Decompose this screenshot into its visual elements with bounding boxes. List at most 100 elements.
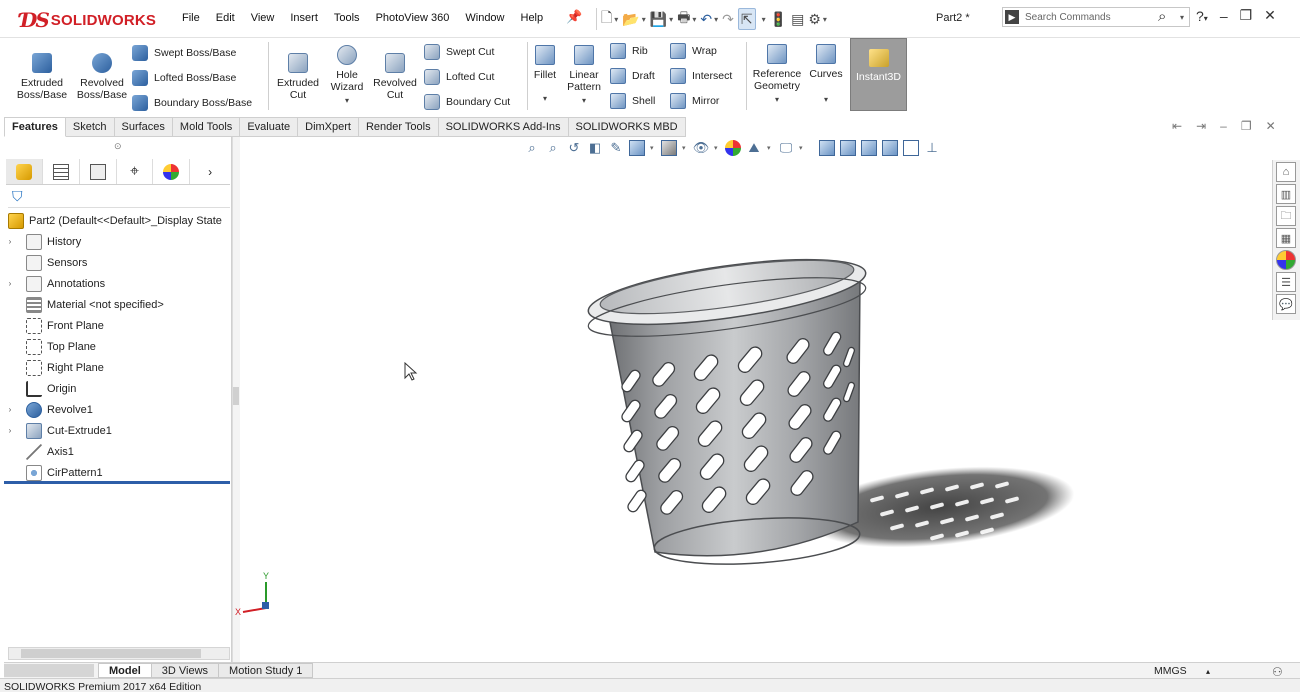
apply-scene-icon[interactable]: ⛰ (746, 140, 762, 156)
view-settings-dropdown[interactable]: ▾ (799, 144, 805, 152)
fillet-dropdown[interactable]: ▾ (543, 93, 547, 105)
custom-properties-icon[interactable]: ☰ (1276, 272, 1296, 292)
tab-motion-study[interactable]: Motion Study 1 (218, 663, 314, 678)
tab-dimxpert[interactable]: DimXpert (298, 117, 359, 137)
view-orientation-dropdown[interactable]: ▾ (650, 144, 656, 152)
swept-cut-button[interactable]: Swept Cut (424, 43, 510, 61)
shell-button[interactable]: Shell (610, 92, 655, 110)
rib-button[interactable]: Rib (610, 42, 655, 60)
tree-item-material[interactable]: Material <not specified> (4, 294, 232, 315)
help-icon[interactable]: ?▾ (1196, 8, 1208, 24)
menu-insert[interactable]: Insert (282, 12, 326, 24)
boundary-cut-button[interactable]: Boundary Cut (424, 93, 510, 111)
print-button[interactable]: 🖶 ▾ (677, 8, 696, 30)
lofted-boss-button[interactable]: Lofted Boss/Base (132, 69, 252, 87)
pin-icon[interactable]: 📌 (566, 9, 582, 25)
expand-icon[interactable]: › (4, 426, 16, 435)
expand-icon[interactable]: › (4, 279, 16, 288)
file-explorer-icon[interactable]: 🗀 (1276, 206, 1296, 226)
tree-item-history[interactable]: › History (4, 231, 232, 252)
tree-item-right-plane[interactable]: Right Plane (4, 357, 232, 378)
save-button[interactable]: 💾 ▾ (650, 8, 673, 30)
wrap-button[interactable]: Wrap (670, 42, 732, 60)
select-dropdown[interactable]: ▾ (760, 8, 766, 30)
tab-configurationmanager[interactable] (80, 159, 117, 184)
new-document-button[interactable]: 🗋 ▾ (601, 8, 618, 30)
menu-photoview[interactable]: PhotoView 360 (368, 12, 458, 24)
tab-surfaces[interactable]: Surfaces (114, 117, 173, 137)
hide-show-items-icon[interactable]: 👁 (693, 140, 710, 156)
open-button[interactable]: 📂 ▾ (622, 8, 645, 30)
intersect-button[interactable]: Intersect (670, 67, 732, 85)
restore-icon[interactable]: ❐ (1240, 7, 1253, 24)
home-icon[interactable]: ⌂ (1276, 162, 1296, 182)
display-style-dropdown[interactable]: ▾ (682, 144, 688, 152)
search-icon[interactable]: ⌕ (1158, 8, 1166, 25)
front-view-icon[interactable] (840, 140, 856, 156)
viewport-minimize-icon[interactable]: – (1220, 119, 1227, 133)
menu-file[interactable]: File (174, 12, 208, 24)
feature-tree-filter[interactable]: ⛉ (8, 188, 230, 208)
expand-icon[interactable]: › (4, 405, 16, 414)
select-button[interactable]: ⇱ (737, 8, 756, 30)
linear-pattern-dropdown[interactable]: ▾ (582, 95, 586, 107)
tree-item-revolve1[interactable]: › Revolve1 (4, 399, 232, 420)
revolved-boss-button[interactable]: Revolved Boss/Base (74, 53, 130, 101)
extruded-cut-button[interactable]: Extruded Cut (272, 53, 324, 101)
redo-button[interactable]: ↷ (722, 8, 734, 30)
rollback-bar[interactable] (4, 481, 230, 484)
tab-mbd[interactable]: SOLIDWORKS MBD (568, 117, 686, 137)
rebuild-button[interactable]: 🚦 (770, 8, 787, 30)
tree-item-front-plane[interactable]: Front Plane (4, 315, 232, 336)
menu-window[interactable]: Window (457, 12, 512, 24)
view-orientation-icon[interactable] (629, 140, 645, 156)
normal-to-icon[interactable]: ⊥ (924, 140, 940, 156)
menu-edit[interactable]: Edit (208, 12, 243, 24)
tab-render-tools[interactable]: Render Tools (358, 117, 439, 137)
tree-item-axis1[interactable]: Axis1 (4, 441, 232, 462)
solidworks-logo[interactable]: ƊS SOLIDWORKS (20, 6, 156, 34)
instant3d-button[interactable]: Instant3D (850, 38, 907, 111)
search-mode-icon[interactable]: ▶ (1005, 10, 1019, 24)
tab-evaluate[interactable]: Evaluate (240, 117, 299, 137)
menu-view[interactable]: View (243, 12, 283, 24)
collapse-left-icon[interactable]: ⇤ (1172, 119, 1182, 133)
boundary-boss-button[interactable]: Boundary Boss/Base (132, 94, 252, 112)
tree-item-annotations[interactable]: › Annotations (4, 273, 232, 294)
view-settings-icon[interactable]: 🖵 (778, 140, 794, 156)
tab-addins[interactable]: SOLIDWORKS Add-Ins (438, 117, 569, 137)
appearances-icon[interactable] (1276, 250, 1296, 270)
edit-appearance-icon[interactable] (725, 140, 741, 156)
tree-item-sensors[interactable]: Sensors (4, 252, 232, 273)
tabs-scroll-right[interactable]: › (190, 159, 230, 184)
tree-item-top-plane[interactable]: Top Plane (4, 336, 232, 357)
feature-tree-scrollbar[interactable] (8, 647, 230, 660)
expand-icon[interactable]: › (4, 237, 16, 246)
viewport-close-icon[interactable]: ✕ (1266, 119, 1276, 133)
tab-propertymanager[interactable] (43, 159, 80, 184)
search-input[interactable]: Search Commands (1025, 12, 1111, 23)
tab-model[interactable]: Model (98, 663, 152, 678)
tab-dimxpertmanager[interactable]: ⌖ (117, 159, 154, 184)
close-icon[interactable]: ✕ (1264, 7, 1276, 24)
graphics-area[interactable] (240, 137, 1272, 662)
quick-tips-icon[interactable]: ⚇ (1272, 665, 1283, 679)
tree-root-part[interactable]: Part2 (Default<<Default>_Display State (4, 210, 232, 231)
hide-show-dropdown[interactable]: ▾ (714, 144, 720, 152)
unit-system[interactable]: MMGS (1154, 665, 1187, 677)
menu-tools[interactable]: Tools (326, 12, 368, 24)
tree-item-cirpattern1[interactable]: CirPattern1 (4, 462, 232, 483)
mirror-button[interactable]: Mirror (670, 92, 732, 110)
collapse-right-icon[interactable]: ⇥ (1196, 119, 1206, 133)
top-view-icon[interactable] (861, 140, 877, 156)
options-button[interactable]: ⚙ ▾ (808, 8, 827, 30)
hole-wizard-button[interactable]: Hole Wizard ▾ (326, 45, 368, 107)
linear-pattern-button[interactable]: Linear Pattern ▾ (562, 45, 606, 107)
design-library-icon[interactable]: ▥ (1276, 184, 1296, 204)
wireframe-cube-icon[interactable] (903, 140, 919, 156)
curves-dropdown[interactable]: ▾ (824, 94, 828, 106)
isometric-view-icon[interactable] (819, 140, 835, 156)
draft-button[interactable]: Draft (610, 67, 655, 85)
tab-3d-views[interactable]: 3D Views (150, 663, 220, 678)
extruded-boss-button[interactable]: Extruded Boss/Base (14, 53, 70, 101)
